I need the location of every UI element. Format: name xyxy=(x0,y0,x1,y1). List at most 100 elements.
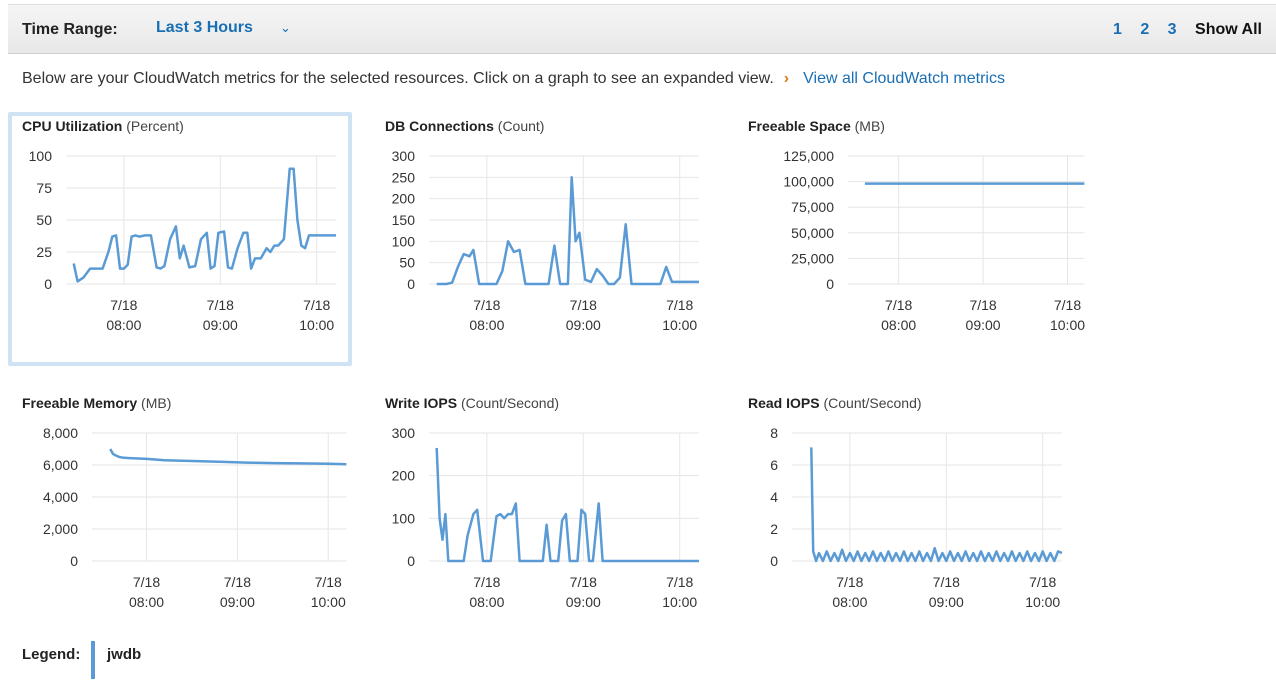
page-link-3[interactable]: 3 xyxy=(1168,21,1177,38)
freeable-memory-chart[interactable]: 8,000 6,000 4,000 2,000 0 7/18 08:00 7/18 09:00 7… xyxy=(22,425,350,623)
y-tick-label: 125,000 xyxy=(783,148,834,164)
freeable-space-chart[interactable]: 125,000 100,000 75,000 50,000 25,000 0 7/18 08:… xyxy=(748,148,1088,346)
x-tick-label: 10:00 xyxy=(662,317,697,333)
y-tick-label: 0 xyxy=(407,553,415,569)
legend-swatch xyxy=(91,641,95,679)
y-tick-label: 6,000 xyxy=(43,457,78,473)
y-tick-label: 2 xyxy=(770,521,778,537)
read-iops-chart-title: Read IOPS (Count/Second) xyxy=(748,395,922,411)
y-tick-label: 4 xyxy=(770,489,778,505)
y-tick-label: 8,000 xyxy=(43,425,78,441)
y-tick-label: 4,000 xyxy=(43,489,78,505)
metric-unit: (Count) xyxy=(493,118,545,134)
x-tick-label: 7/18 xyxy=(969,297,996,313)
intro-text: Below are your CloudWatch metrics for th… xyxy=(22,70,1005,88)
x-tick-label: 08:00 xyxy=(129,594,164,610)
x-tick-label: 7/18 xyxy=(303,297,330,313)
intro-description: Below are your CloudWatch metrics for th… xyxy=(22,70,774,87)
x-tick-label: 10:00 xyxy=(1025,594,1060,610)
y-tick-label: 100,000 xyxy=(783,174,834,190)
view-all-metrics-link[interactable]: View all CloudWatch metrics xyxy=(803,70,1005,87)
series-line-jwdb xyxy=(435,447,699,563)
x-tick-label: 7/18 xyxy=(315,574,342,590)
page-link-2[interactable]: 2 xyxy=(1140,21,1149,38)
y-tick-label: 0 xyxy=(44,276,52,292)
metric-name: CPU Utilization xyxy=(22,118,123,134)
y-tick-label: 200 xyxy=(392,191,416,207)
metric-unit: (Count/Second) xyxy=(457,395,560,411)
y-tick-label: 250 xyxy=(392,169,416,185)
legend-series-name: jwdb xyxy=(107,646,142,663)
metric-name: DB Connections xyxy=(385,118,494,134)
x-tick-label: 7/18 xyxy=(207,297,234,313)
freeable-memory-chart-title: Freeable Memory (MB) xyxy=(22,395,171,411)
page-link-1[interactable]: 1 xyxy=(1113,21,1122,38)
metric-name: Read IOPS xyxy=(748,395,820,411)
y-tick-label: 25,000 xyxy=(791,250,834,266)
metric-name: Freeable Space xyxy=(748,118,851,134)
x-tick-label: 7/18 xyxy=(836,574,863,590)
y-tick-label: 2,000 xyxy=(43,521,78,537)
y-tick-label: 75,000 xyxy=(791,199,834,215)
metric-unit: (Percent) xyxy=(122,118,184,134)
y-tick-label: 0 xyxy=(826,276,834,292)
y-tick-label: 300 xyxy=(392,148,416,164)
y-tick-label: 50,000 xyxy=(791,225,834,241)
y-tick-label: 50 xyxy=(399,255,415,271)
write-iops-chart[interactable]: 300 200 100 0 7/18 08:00 7/18 09:00 7/18 10:00 xyxy=(385,425,703,623)
x-tick-label: 7/18 xyxy=(110,297,137,313)
pagination: 1 2 3 Show All xyxy=(1099,21,1262,39)
metric-unit: (MB) xyxy=(137,395,172,411)
cpu-utilization-chart[interactable]: 100 75 50 25 0 7/18 08:00 7/18 09:00 7/18 10:00 xyxy=(22,148,340,346)
x-tick-label: 08:00 xyxy=(469,317,504,333)
y-tick-label: 0 xyxy=(70,553,78,569)
metric-name: Freeable Memory xyxy=(22,395,138,411)
x-tick-label: 7/18 xyxy=(1029,574,1056,590)
chevron-right-icon: › xyxy=(783,70,790,87)
chevron-down-icon[interactable]: ⌄ xyxy=(280,20,291,36)
x-tick-label: 7/18 xyxy=(570,297,597,313)
y-tick-label: 200 xyxy=(392,468,416,484)
x-tick-label: 7/18 xyxy=(885,297,912,313)
show-all-link[interactable]: Show All xyxy=(1195,21,1262,38)
x-tick-label: 10:00 xyxy=(1050,317,1085,333)
db-connections-chart[interactable]: 300 250 200 150 100 50 0 7/18 08:00 7/18 09:00 7/18… xyxy=(385,148,703,346)
x-tick-label: 7/18 xyxy=(133,574,160,590)
y-tick-label: 100 xyxy=(392,233,416,249)
toolbar: Time Range: Last 3 Hours ⌄ 1 2 3 Show Al… xyxy=(8,4,1276,54)
x-tick-label: 7/18 xyxy=(224,574,251,590)
cpu-utilization-chart-title: CPU Utilization (Percent) xyxy=(22,118,184,134)
y-tick-label: 50 xyxy=(36,212,52,228)
x-tick-label: 7/18 xyxy=(1054,297,1081,313)
series-line-jwdb xyxy=(109,448,347,466)
y-tick-label: 0 xyxy=(770,553,778,569)
y-tick-label: 300 xyxy=(392,425,416,441)
y-tick-label: 100 xyxy=(29,148,53,164)
x-tick-label: 08:00 xyxy=(832,594,867,610)
x-tick-label: 7/18 xyxy=(666,574,693,590)
x-tick-label: 10:00 xyxy=(311,594,346,610)
legend-label: Legend: xyxy=(22,646,81,663)
series-line-jwdb xyxy=(72,167,336,283)
y-tick-label: 8 xyxy=(770,425,778,441)
x-tick-label: 7/18 xyxy=(473,297,500,313)
y-tick-label: 75 xyxy=(36,180,52,196)
read-iops-chart[interactable]: 8 6 4 2 0 7/18 08:00 7/18 09:00 7/18 10:00 xyxy=(748,425,1066,623)
metric-name: Write IOPS xyxy=(385,395,458,411)
time-range-dropdown[interactable]: Last 3 Hours xyxy=(156,19,253,37)
write-iops-chart-title: Write IOPS (Count/Second) xyxy=(385,395,559,411)
x-tick-label: 7/18 xyxy=(473,574,500,590)
x-tick-label: 08:00 xyxy=(469,594,504,610)
time-range-label: Time Range: xyxy=(22,21,118,38)
x-tick-label: 08:00 xyxy=(106,317,141,333)
metric-unit: (Count/Second) xyxy=(819,395,922,411)
x-tick-label: 10:00 xyxy=(299,317,334,333)
y-tick-label: 150 xyxy=(392,212,416,228)
freeable-space-chart-title: Freeable Space (MB) xyxy=(748,118,885,134)
y-tick-label: 100 xyxy=(392,510,416,526)
x-tick-label: 7/18 xyxy=(933,574,960,590)
x-tick-label: 08:00 xyxy=(881,317,916,333)
x-tick-label: 09:00 xyxy=(566,317,601,333)
x-tick-label: 09:00 xyxy=(203,317,238,333)
x-tick-label: 7/18 xyxy=(666,297,693,313)
